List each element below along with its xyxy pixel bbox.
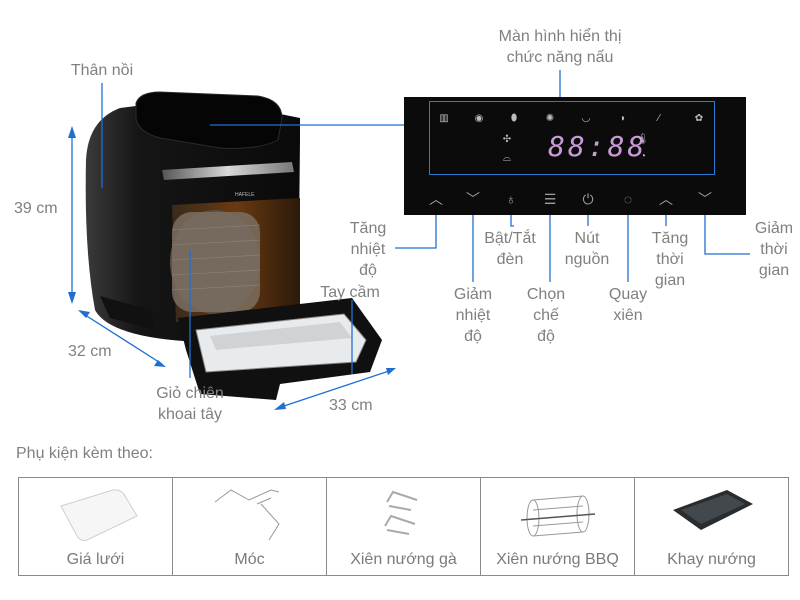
- power-button[interactable]: ⏻: [579, 190, 597, 208]
- baking-tray-icon: [672, 490, 753, 530]
- accessory-name: Khay nướng: [667, 551, 756, 568]
- accessory-item: Xiên nướng gà: [327, 478, 481, 575]
- label-time-up: Tăng thời gian: [651, 230, 689, 289]
- drumstick-icon: ⬮: [510, 113, 518, 124]
- mode-button[interactable]: ☰: [541, 190, 559, 208]
- brand-mark: HAFELE: [235, 192, 255, 198]
- fan-icon: ✣: [502, 134, 512, 145]
- time-readout: 88:88: [548, 130, 648, 163]
- bbq-cage-icon: [520, 495, 595, 537]
- accessory-item: Móc: [173, 478, 327, 575]
- label-temp-down: Giảm nhiệt độ: [453, 286, 493, 345]
- label-time-down: Giảm thời gian: [754, 220, 794, 279]
- hook-icon: [214, 489, 280, 541]
- label-basket: Giỏ chiên khoai tây: [156, 385, 224, 423]
- label-temp-up: Tăng nhiệt độ: [349, 220, 387, 279]
- temp-up-button[interactable]: ︿: [427, 190, 445, 208]
- heater-icon: ⌓: [503, 153, 511, 164]
- label-mode: Chọn chế độ: [526, 286, 566, 345]
- accessories-title: Phụ kiện kèm theo:: [16, 445, 153, 462]
- light-button[interactable]: ♁: [502, 190, 520, 208]
- time-up-button[interactable]: ︿: [657, 190, 675, 208]
- cake-icon: ✿: [694, 113, 704, 124]
- skewer-icon: ⁄: [658, 113, 660, 124]
- accessory-name: Xiên nướng gà: [350, 551, 457, 568]
- label-handle: Tay cầm: [320, 284, 380, 301]
- accessory-item: Giá lưới: [19, 478, 173, 575]
- chicken-skewer-icon: [383, 490, 417, 535]
- accessory-name: Xiên nướng BBQ: [496, 551, 619, 568]
- label-body: Thân nồi: [70, 62, 134, 79]
- rotate-button[interactable]: ◌: [619, 190, 637, 208]
- label-light: Bật/Tắt đèn: [484, 230, 536, 268]
- fries-icon: ▥: [439, 113, 449, 124]
- accessories-table: Giá lưới Móc Xiên nướng gà Xiên nướng BB…: [18, 477, 789, 576]
- label-height: 39 cm: [14, 200, 58, 217]
- label-depth: 32 cm: [68, 343, 112, 360]
- label-display: Màn hình hiển thị chức năng nấu: [498, 28, 622, 66]
- wire-rack-icon: [59, 489, 138, 541]
- control-panel: ▥ ◉ ⬮ ✺ ◡ ◗ ⁄ ✿ ✣ ⌓ 🌡︎ ◔ 88:88 ︿ ﹀ ♁ ☰ ⏻…: [404, 97, 746, 215]
- temp-down-button[interactable]: ﹀: [464, 190, 482, 208]
- shrimp-icon: ◡: [581, 113, 591, 124]
- accessory-name: Móc: [234, 551, 265, 568]
- time-down-button[interactable]: ﹀: [696, 190, 714, 208]
- steak-icon: ◉: [474, 113, 484, 124]
- label-power: Nút nguồn: [564, 230, 610, 268]
- display-screen: ▥ ◉ ⬮ ✺ ◡ ◗ ⁄ ✿ ✣ ⌓ 🌡︎ ◔ 88:88: [429, 101, 715, 175]
- accessory-item: Xiên nướng BBQ: [481, 478, 635, 575]
- label-width: 33 cm: [329, 397, 373, 414]
- accessory-name: Giá lưới: [66, 551, 125, 568]
- accessory-item: Khay nướng: [635, 478, 788, 575]
- fish-icon: ✺: [545, 113, 555, 124]
- chicken-icon: ◗: [619, 113, 627, 124]
